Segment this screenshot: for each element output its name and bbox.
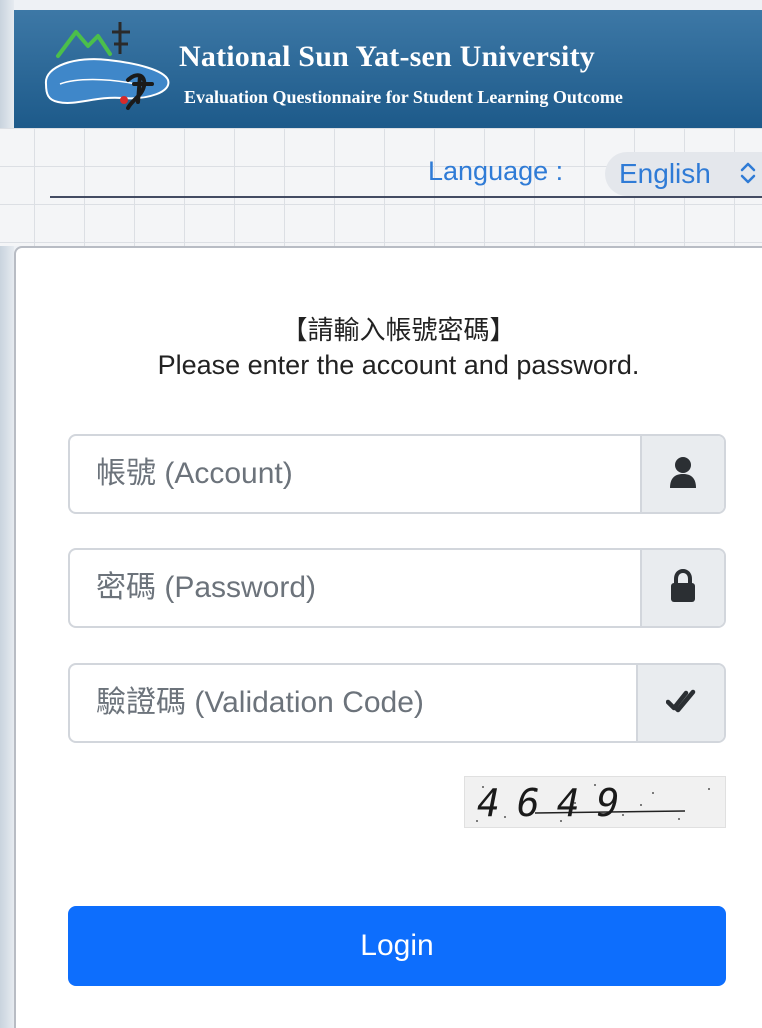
- language-select[interactable]: English: [605, 152, 762, 196]
- card-title-english: Please enter the account and password.: [157, 350, 640, 380]
- password-field-group: [68, 548, 726, 628]
- validation-code-field-group: [68, 663, 726, 743]
- double-check-icon: [665, 688, 696, 719]
- questionnaire-subtitle: Evaluation Questionnaire for Student Lea…: [184, 87, 623, 107]
- account-addon: [640, 436, 724, 512]
- language-label: Language :: [428, 156, 564, 186]
- chevron-up-down-icon: [739, 158, 757, 194]
- validation-code-input[interactable]: [70, 665, 638, 741]
- login-page: National Sun Yat-sen University Evaluati…: [0, 0, 762, 1028]
- captcha-image: 4649: [464, 776, 726, 828]
- account-field-group: [68, 434, 726, 514]
- login-button[interactable]: Login: [68, 906, 726, 986]
- language-selected-value: English: [619, 158, 711, 189]
- password-input[interactable]: [70, 550, 642, 626]
- header-banner: National Sun Yat-sen University Evaluati…: [14, 10, 762, 128]
- university-title: National Sun Yat-sen University: [179, 40, 595, 73]
- lock-icon: [669, 568, 697, 608]
- account-input[interactable]: [70, 436, 642, 512]
- language-row: Language : English: [50, 150, 762, 198]
- nsysu-logo-icon: [36, 14, 186, 118]
- card-title-chinese: 【請輸入帳號密碼】: [281, 315, 516, 345]
- validation-code-addon: [636, 665, 724, 741]
- user-icon: [669, 455, 697, 494]
- password-addon: [640, 550, 724, 626]
- captcha-text: 4649: [477, 781, 637, 825]
- login-card: 【請輸入帳號密碼】 Please enter the account and p…: [14, 246, 762, 1028]
